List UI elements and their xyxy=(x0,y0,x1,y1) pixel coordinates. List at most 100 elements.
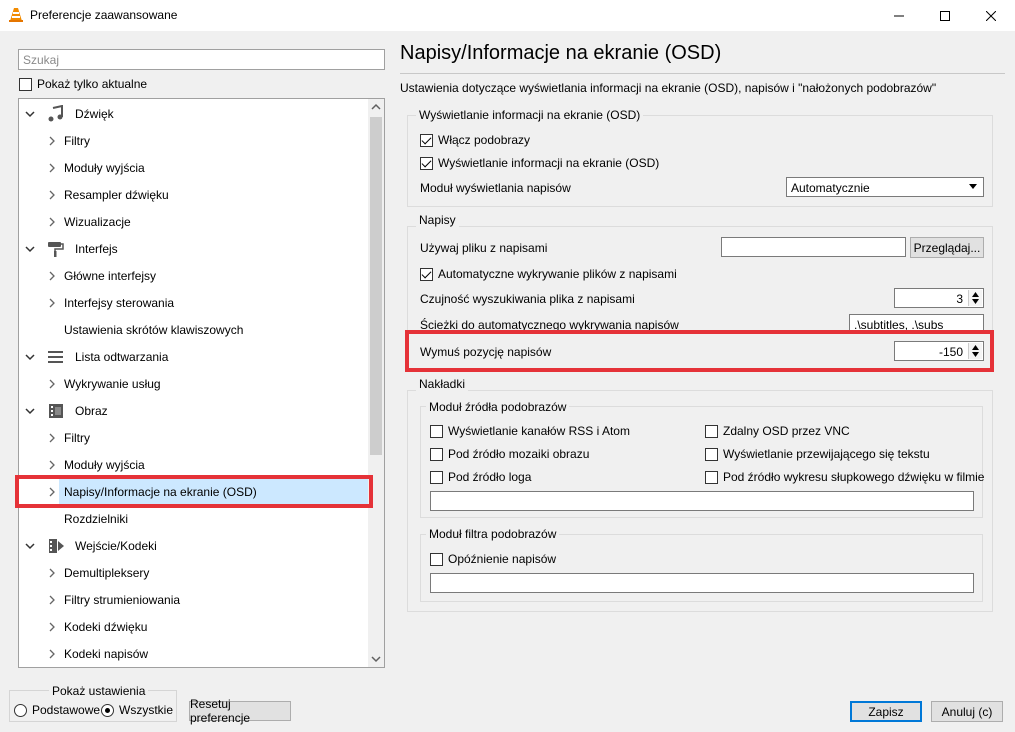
chevron-right-icon[interactable] xyxy=(47,595,57,605)
radio-basic[interactable]: Podstawowe xyxy=(14,703,100,717)
chevron-right-icon[interactable] xyxy=(47,379,57,389)
checkbox-box[interactable] xyxy=(420,156,433,170)
chevron-down-icon[interactable] xyxy=(25,109,35,119)
tree-item[interactable]: Interfejsy sterowania xyxy=(19,289,369,316)
spin-buttons[interactable] xyxy=(968,290,982,306)
close-icon xyxy=(986,10,996,21)
only-current-checkbox[interactable]: Pokaż tylko aktualne xyxy=(19,77,147,91)
chevron-right-icon[interactable] xyxy=(47,460,57,470)
checkbox-box[interactable] xyxy=(705,447,718,461)
tree-item[interactable]: Ustawienia skrótów klawiszowych xyxy=(19,316,369,343)
subtitle-delay-label: Opóźnienie napisów xyxy=(448,552,557,566)
minimize-button[interactable] xyxy=(876,0,922,31)
source-module-checkbox[interactable]: Pod źródło loga xyxy=(430,470,531,484)
chevron-down-icon[interactable] xyxy=(25,244,35,254)
maximize-button[interactable] xyxy=(922,0,968,31)
enable-subpictures-label: Włącz podobrazy xyxy=(438,133,531,147)
checkbox-box[interactable] xyxy=(420,267,433,281)
tree-item-label: Interfejsy sterowania xyxy=(64,296,175,310)
cancel-button[interactable]: Anuluj (c) xyxy=(931,701,1003,722)
search-input[interactable] xyxy=(18,49,385,70)
source-module-title: Moduł źródła podobrazów xyxy=(426,400,570,414)
tree-item[interactable]: Moduły wyjścia xyxy=(19,451,369,478)
checkbox-box[interactable] xyxy=(705,470,718,484)
tree-item[interactable]: Resampler dźwięku xyxy=(19,181,369,208)
chevron-right-icon[interactable] xyxy=(47,298,57,308)
autodetect-checkbox[interactable]: Automatyczne wykrywanie plików z napisam… xyxy=(420,267,677,281)
tree-item[interactable]: Moduły wyjścia xyxy=(19,154,369,181)
tree-category[interactable]: Interfejs xyxy=(19,235,369,262)
tree-item[interactable]: Filtry strumieniowania xyxy=(19,586,369,613)
scroll-up-icon[interactable] xyxy=(370,101,382,113)
tree-item[interactable]: Rozdzielniki xyxy=(19,505,369,532)
spin-down-icon[interactable] xyxy=(972,352,979,357)
source-module-checkbox[interactable]: Wyświetlanie kanałów RSS i Atom xyxy=(430,424,630,438)
chevron-right-icon[interactable] xyxy=(47,649,57,659)
highlight-box-selected-item xyxy=(15,475,373,508)
radio-circle-selected[interactable] xyxy=(101,703,114,717)
tree-item[interactable]: Wykrywanie usług xyxy=(19,370,369,397)
browse-button[interactable]: Przeglądaj... xyxy=(910,237,984,258)
source-module-checkbox[interactable]: Zdalny OSD przez VNC xyxy=(705,424,850,438)
source-module-checkbox[interactable]: Wyświetlanie przewijającego się tekstu xyxy=(705,447,930,461)
checkbox-box[interactable] xyxy=(430,552,443,566)
text-module-dropdown[interactable]: Automatycznie xyxy=(786,177,984,197)
checkbox-box[interactable] xyxy=(430,447,443,461)
tree-item[interactable]: Filtry xyxy=(19,127,369,154)
tree-item[interactable]: Demultipleksery xyxy=(19,559,369,586)
tree-item[interactable]: Kodeki dźwięku xyxy=(19,613,369,640)
radio-all-label: Wszystkie xyxy=(119,703,173,717)
chevron-right-icon[interactable] xyxy=(47,433,57,443)
spin-up-icon[interactable] xyxy=(972,292,979,297)
filter-module-text[interactable] xyxy=(430,573,974,593)
tree-item[interactable]: Wizualizacje xyxy=(19,208,369,235)
enable-osd-checkbox[interactable]: Wyświetlanie informacji na ekranie (OSD) xyxy=(420,156,659,170)
chevron-right-icon[interactable] xyxy=(47,568,57,578)
scroll-down-icon[interactable] xyxy=(370,653,382,665)
source-module-checkbox[interactable]: Pod źródło mozaiki obrazu xyxy=(430,447,589,461)
enable-subpictures-checkbox[interactable]: Włącz podobrazy xyxy=(420,133,530,147)
chevron-right-icon[interactable] xyxy=(47,163,57,173)
save-button[interactable]: Zapisz xyxy=(850,701,922,722)
chevron-down-icon[interactable] xyxy=(25,352,35,362)
use-file-label: Używaj pliku z napisami xyxy=(420,241,548,255)
tree-category[interactable]: Dźwięk xyxy=(19,100,369,127)
fuzziness-spinbox[interactable]: 3 xyxy=(894,288,984,308)
tree-item[interactable]: Kodeki napisów xyxy=(19,640,369,667)
tree-item[interactable]: Główne interfejsy xyxy=(19,262,369,289)
radio-circle[interactable] xyxy=(14,703,27,717)
checkbox-box[interactable] xyxy=(430,470,443,484)
close-button[interactable] xyxy=(968,0,1014,31)
radio-all[interactable]: Wszystkie xyxy=(101,703,173,717)
scroll-thumb[interactable] xyxy=(370,117,382,455)
settings-tree[interactable]: Dźwięk Filtry Moduły wyjścia Resampler dźwi… xyxy=(18,98,385,668)
spin-up-icon[interactable] xyxy=(972,345,979,350)
chevron-right-icon[interactable] xyxy=(47,190,57,200)
tree-item-label: Filtry strumieniowania xyxy=(64,593,181,607)
tree-item-label: Filtry xyxy=(64,431,90,445)
chevron-right-icon[interactable] xyxy=(47,217,57,227)
chevron-right-icon[interactable] xyxy=(47,622,57,632)
reset-preferences-button[interactable]: Resetuj preferencje xyxy=(189,697,291,725)
checkbox-box[interactable] xyxy=(420,133,433,147)
chevron-right-icon[interactable] xyxy=(47,136,57,146)
chevron-down-icon[interactable] xyxy=(25,406,35,416)
checkbox-box[interactable] xyxy=(430,424,443,438)
spin-buttons[interactable] xyxy=(968,343,982,359)
checkbox-box[interactable] xyxy=(19,77,32,91)
tree-item[interactable]: Filtry xyxy=(19,424,369,451)
source-module-text[interactable] xyxy=(430,491,974,511)
spin-down-icon[interactable] xyxy=(972,299,979,304)
chevron-down-icon[interactable] xyxy=(25,541,35,551)
checkbox-box[interactable] xyxy=(705,424,718,438)
subtitle-file-input[interactable] xyxy=(721,237,906,257)
enable-osd-label: Wyświetlanie informacji na ekranie (OSD) xyxy=(438,156,660,170)
tree-category[interactable]: Obraz xyxy=(19,397,369,424)
chevron-right-icon[interactable] xyxy=(47,271,57,281)
tree-category[interactable]: Lista odtwarzania xyxy=(19,343,369,370)
tree-category[interactable]: Wejście/Kodeki xyxy=(19,532,369,559)
subtitle-delay-checkbox[interactable]: Opóźnienie napisów xyxy=(430,552,556,566)
source-module-checkbox[interactable]: Pod źródło wykresu słupkowego dźwięku w … xyxy=(705,470,984,484)
film-clapper-icon xyxy=(49,404,63,418)
force-position-spinbox[interactable]: -150 xyxy=(894,341,984,361)
